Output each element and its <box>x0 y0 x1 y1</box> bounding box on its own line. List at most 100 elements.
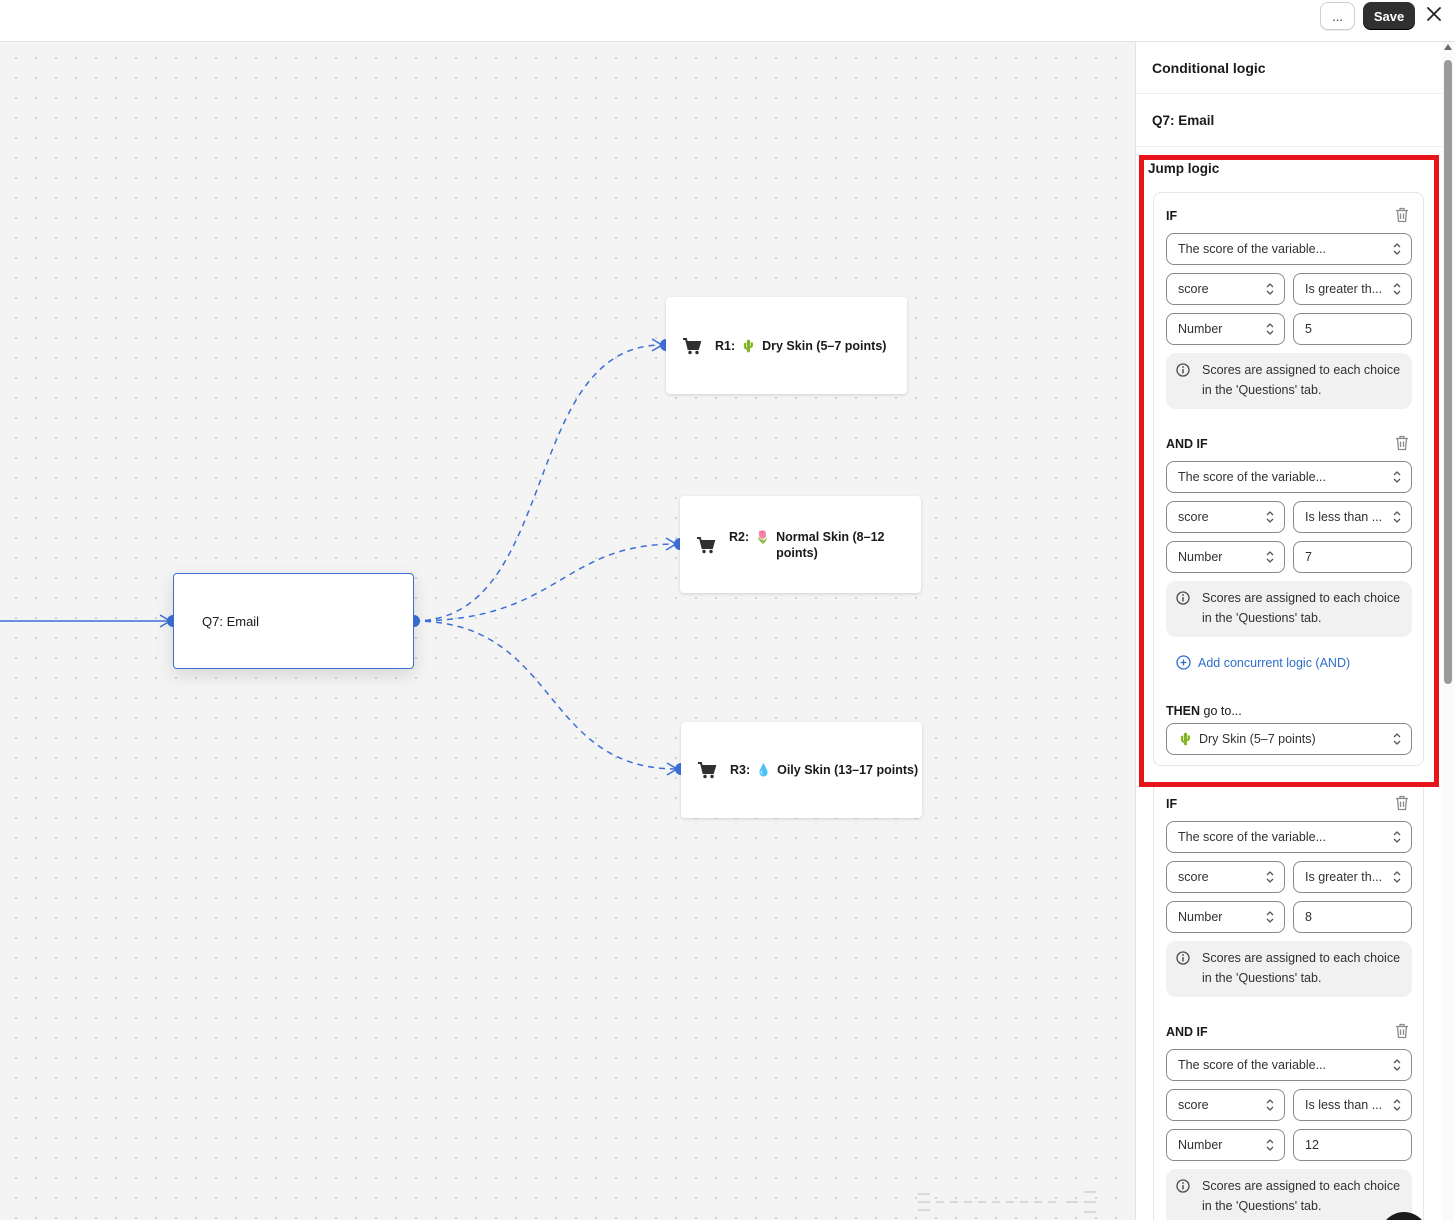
select-value: Is less than ... <box>1305 510 1383 524</box>
select-value: Number <box>1178 550 1223 564</box>
chevron-updown-icon <box>1393 1059 1401 1071</box>
add-and-label: Add concurrent logic (AND) <box>1198 655 1351 670</box>
droplet-icon: 💧 <box>756 763 772 777</box>
node-q7-email[interactable]: Q7: Email <box>173 573 414 669</box>
variable-select[interactable]: score <box>1166 1089 1285 1121</box>
node-result-r3[interactable]: R3: 💧 Oily Skin (13–17 points) <box>681 722 922 818</box>
trash-icon[interactable] <box>1395 1023 1409 1039</box>
value-input[interactable]: 7 <box>1293 541 1412 573</box>
select-value: Dry Skin (5–7 points) <box>1198 732 1316 746</box>
select-value: Is less than ... <box>1305 1098 1383 1112</box>
score-info-note: Scores are assigned to each choice in th… <box>1166 1169 1412 1220</box>
info-icon <box>1176 591 1190 605</box>
add-concurrent-logic-button[interactable]: Add concurrent logic (AND) <box>1176 655 1350 670</box>
cart-icon <box>697 536 716 553</box>
select-value: Number <box>1178 322 1223 336</box>
score-info-note: Scores are assigned to each choice in th… <box>1166 941 1412 997</box>
select-value: The score of the variable... <box>1178 470 1326 484</box>
then-bold: THEN <box>1166 704 1201 718</box>
cart-icon <box>698 762 717 779</box>
destination-select[interactable]: 🌵 Dry Skin (5–7 points) <box>1166 723 1412 755</box>
select-value: score <box>1178 1098 1209 1112</box>
chevron-updown-icon <box>1393 471 1401 483</box>
cactus-icon: 🌵 <box>1178 732 1193 746</box>
chevron-updown-icon <box>1393 243 1401 255</box>
node-result-r2[interactable]: R2: 🌷 Normal Skin (8–12 points) <box>680 496 921 593</box>
chevron-updown-icon <box>1393 1099 1401 1111</box>
operator-select[interactable]: Is less than ... <box>1293 501 1412 533</box>
result-prefix: R1: <box>715 338 736 353</box>
operator-select[interactable]: Is greater th... <box>1293 861 1412 893</box>
cactus-icon: 🌵 <box>741 338 757 353</box>
panel-scrollbar[interactable] <box>1442 42 1454 1220</box>
save-button[interactable]: Save <box>1363 2 1415 30</box>
variable-select[interactable]: score <box>1166 501 1285 533</box>
value-type-select[interactable]: Number <box>1166 901 1285 933</box>
value-type-select[interactable]: Number <box>1166 313 1285 345</box>
panel-title: Conditional logic <box>1136 42 1454 94</box>
edge-q7-r1 <box>413 344 663 622</box>
select-value: The score of the variable... <box>1178 830 1326 844</box>
if-label: IF <box>1166 209 1178 223</box>
operator-select[interactable]: Is greater th... <box>1293 273 1412 305</box>
result-prefix: R2: <box>729 529 750 544</box>
score-info-note: Scores are assigned to each choice in th… <box>1166 353 1412 409</box>
close-button[interactable] <box>1423 3 1445 25</box>
scroll-up-arrow[interactable] <box>1444 44 1452 50</box>
conditional-logic-panel: Conditional logic Q7: Email Jump logic I… <box>1135 42 1454 1220</box>
chevron-updown-icon <box>1266 323 1274 335</box>
flow-canvas[interactable]: Q7: Email R1: 🌵 Dry Skin (5–7 points) R2: 🌷… <box>0 42 1135 1220</box>
result-prefix: R3: <box>730 763 751 777</box>
value-type-select[interactable]: Number <box>1166 1129 1285 1161</box>
value-input[interactable]: 12 <box>1293 1129 1412 1161</box>
info-icon <box>1176 951 1190 965</box>
flow-edges <box>0 338 687 776</box>
select-value: Is greater th... <box>1305 870 1383 884</box>
chevron-updown-icon <box>1393 733 1401 745</box>
chevron-updown-icon <box>1266 1139 1274 1151</box>
condition-source-select[interactable]: The score of the variable... <box>1166 461 1412 493</box>
trash-icon[interactable] <box>1395 795 1409 811</box>
node-result-r1[interactable]: R1: 🌵 Dry Skin (5–7 points) <box>666 297 907 394</box>
trash-icon[interactable] <box>1395 207 1409 223</box>
chevron-updown-icon <box>1266 1099 1274 1111</box>
note-text: Scores are assigned to each choice in th… <box>1202 591 1401 625</box>
chevron-updown-icon <box>1393 871 1401 883</box>
chevron-updown-icon <box>1266 871 1274 883</box>
trash-icon[interactable] <box>1395 435 1409 451</box>
flower-icon: 🌷 <box>755 529 771 544</box>
jump-logic-title: Jump logic <box>1148 161 1220 176</box>
panel-question-title: Q7: Email <box>1136 94 1454 147</box>
result-label: Normal Skin (8–12 points) <box>776 529 885 560</box>
note-text: Scores are assigned to each choice in th… <box>1202 1179 1401 1213</box>
variable-select[interactable]: score <box>1166 861 1285 893</box>
value-input[interactable]: 8 <box>1293 901 1412 933</box>
jump-rule-card: IF The score of the variable... score Is… <box>1153 192 1424 766</box>
info-icon <box>1176 363 1190 377</box>
cart-icon <box>683 337 702 354</box>
condition-source-select[interactable]: The score of the variable... <box>1166 1049 1412 1081</box>
operator-select[interactable]: Is less than ... <box>1293 1089 1412 1121</box>
select-value: score <box>1178 282 1209 296</box>
chevron-updown-icon <box>1266 511 1274 523</box>
and-if-label: AND IF <box>1166 437 1208 451</box>
info-icon <box>1176 1179 1190 1193</box>
minimap-lines <box>918 1191 1096 1213</box>
more-button[interactable]: ... <box>1320 2 1355 30</box>
edge-q7-r2 <box>413 543 677 622</box>
and-if-label: AND IF <box>1166 1025 1208 1039</box>
select-value: Number <box>1178 910 1223 924</box>
select-value: Is greater th... <box>1305 282 1383 296</box>
select-value: The score of the variable... <box>1178 1058 1326 1072</box>
value-type-select[interactable]: Number <box>1166 541 1285 573</box>
score-info-note: Scores are assigned to each choice in th… <box>1166 581 1412 637</box>
scroll-thumb[interactable] <box>1444 60 1452 684</box>
condition-source-select[interactable]: The score of the variable... <box>1166 821 1412 853</box>
top-bar: ... Save <box>0 0 1454 42</box>
variable-select[interactable]: score <box>1166 273 1285 305</box>
value-input[interactable]: 5 <box>1293 313 1412 345</box>
jump-rule-card: IF The score of the variable... score Is… <box>1153 782 1424 1220</box>
chevron-updown-icon <box>1393 283 1401 295</box>
chevron-updown-icon <box>1393 511 1401 523</box>
condition-source-select[interactable]: The score of the variable... <box>1166 233 1412 265</box>
